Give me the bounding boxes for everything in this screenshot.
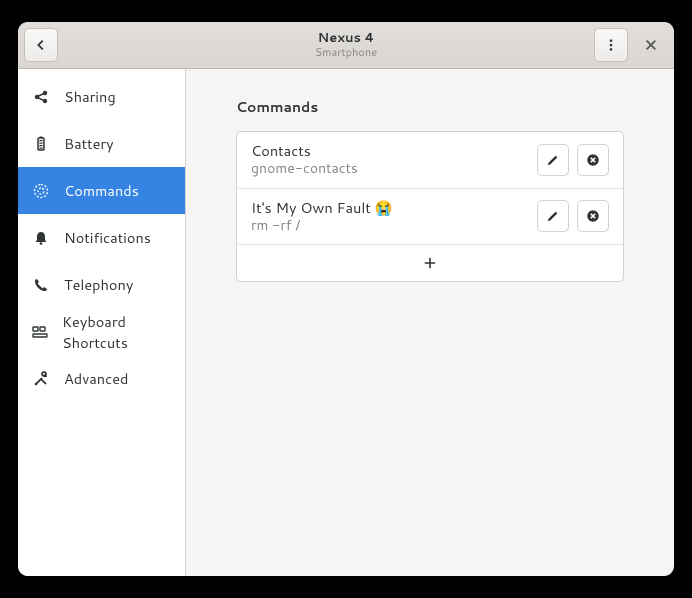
- gear-icon: [32, 183, 50, 199]
- command-subtitle: gnome-contacts: [251, 160, 537, 178]
- plus-icon: [423, 256, 437, 270]
- section-title: Commands: [236, 97, 624, 117]
- sidebar: Sharing Battery Commands Notifications: [18, 69, 186, 576]
- close-icon: [644, 38, 658, 52]
- sidebar-item-label: Battery: [64, 133, 114, 154]
- sidebar-item-label: Sharing: [64, 86, 116, 107]
- remove-icon: [586, 209, 600, 223]
- sidebar-item-notifications[interactable]: Notifications: [18, 214, 185, 261]
- tools-icon: [32, 371, 50, 387]
- chevron-left-icon: [34, 38, 48, 52]
- sidebar-item-telephony[interactable]: Telephony: [18, 261, 185, 308]
- settings-window: Nexus 4 Smartphone Sharing: [18, 22, 674, 576]
- battery-icon: [32, 136, 50, 152]
- header-titles: Nexus 4 Smartphone: [315, 31, 377, 59]
- back-button[interactable]: [24, 28, 58, 62]
- sidebar-item-label: Advanced: [64, 368, 128, 389]
- delete-command-button[interactable]: [577, 200, 609, 232]
- close-button[interactable]: [634, 28, 668, 62]
- edit-command-button[interactable]: [537, 144, 569, 176]
- sidebar-item-label: Commands: [64, 180, 139, 201]
- commands-list: Contacts gnome-contacts It's My: [236, 131, 624, 282]
- sidebar-item-label: Telephony: [64, 274, 133, 295]
- command-subtitle: rm -rf /: [251, 217, 537, 235]
- bell-icon: [32, 230, 50, 246]
- add-command-button[interactable]: [237, 245, 623, 281]
- command-row[interactable]: It's My Own Fault 😭 rm -rf /: [237, 189, 623, 246]
- delete-command-button[interactable]: [577, 144, 609, 176]
- remove-icon: [586, 153, 600, 167]
- kebab-icon: [604, 38, 618, 52]
- edit-command-button[interactable]: [537, 200, 569, 232]
- window-subtitle: Smartphone: [315, 46, 377, 59]
- sidebar-item-label: Keyboard Shortcuts: [62, 311, 171, 353]
- pencil-icon: [546, 209, 560, 223]
- pencil-icon: [546, 153, 560, 167]
- share-icon: [32, 89, 50, 105]
- keyboard-icon: [32, 324, 48, 340]
- sidebar-item-sharing[interactable]: Sharing: [18, 73, 185, 120]
- sidebar-item-label: Notifications: [64, 227, 151, 248]
- headerbar: Nexus 4 Smartphone: [18, 22, 674, 69]
- sidebar-item-keyboard-shortcuts[interactable]: Keyboard Shortcuts: [18, 308, 185, 355]
- sidebar-item-battery[interactable]: Battery: [18, 120, 185, 167]
- command-row[interactable]: Contacts gnome-contacts: [237, 132, 623, 189]
- content-pane: Commands Contacts gnome-contacts: [186, 69, 674, 576]
- sidebar-item-commands[interactable]: Commands: [18, 167, 185, 214]
- phone-icon: [32, 277, 50, 293]
- sidebar-item-advanced[interactable]: Advanced: [18, 355, 185, 402]
- menu-button[interactable]: [594, 28, 628, 62]
